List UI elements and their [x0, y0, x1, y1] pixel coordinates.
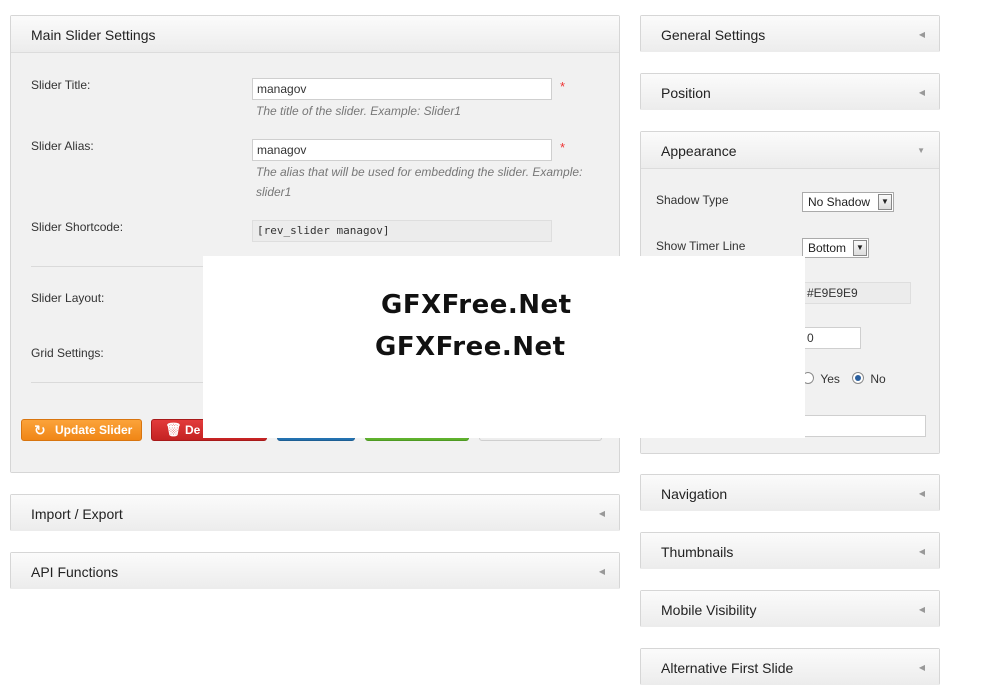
slider-alias-label: Slider Alias: [31, 139, 94, 153]
shadow-type-label: Shadow Type [656, 193, 729, 207]
alternative-first-slide-panel: Alternative First Slide ◀ [640, 648, 940, 685]
panel-title: Position [661, 85, 711, 101]
panel-title: General Settings [661, 27, 766, 43]
panel-title: API Functions [31, 564, 119, 580]
slider-shortcode-label: Slider Shortcode: [31, 220, 124, 234]
slider-title-label: Slider Title: [31, 78, 91, 92]
slider-alias-hint: The alias that will be used for embeddin… [256, 165, 583, 199]
update-slider-label: Update Slider [55, 423, 133, 437]
general-settings-panel: General Settings ◀ [640, 15, 940, 52]
collapse-arrow-icon: ◀ [918, 88, 925, 97]
show-timer-line-label: Show Timer Line [656, 239, 746, 253]
slider-alias-input[interactable]: managov [252, 139, 552, 161]
position-panel: Position ◀ [640, 73, 940, 110]
slider-shortcode-field[interactable]: [rev_slider managov] [252, 220, 552, 242]
collapse-arrow-icon: ◀ [598, 509, 605, 518]
panel-header[interactable]: Thumbnails ◀ [641, 533, 939, 569]
panel-title: Appearance [661, 143, 737, 159]
panel-header[interactable]: Main Slider Settings [11, 16, 619, 53]
panel-header[interactable]: Position ◀ [641, 74, 939, 110]
panel-header[interactable]: Alternative First Slide ◀ [641, 649, 939, 685]
radio-yes-label: Yes [820, 372, 840, 386]
delete-slider-label: De [185, 423, 201, 437]
grid-settings-label: Grid Settings: [31, 346, 104, 360]
watermark-text: GFXFree.Net [381, 290, 572, 320]
text-field[interactable] [802, 415, 926, 437]
thumbnails-panel: Thumbnails ◀ [640, 532, 940, 569]
navigation-panel: Navigation ◀ [640, 474, 940, 511]
panel-title: Import / Export [31, 506, 123, 522]
panel-title: Navigation [661, 486, 728, 502]
chevron-down-icon: ▼ [853, 240, 867, 256]
collapse-arrow-icon: ◀ [918, 489, 925, 498]
show-timer-line-value: Bottom [808, 241, 847, 255]
watermark-text: GFXFree.Net [375, 332, 566, 362]
slider-title-hint: The title of the slider. Example: Slider… [256, 104, 461, 118]
refresh-icon: ↻ [34, 422, 46, 438]
required-mark: * [560, 79, 566, 94]
collapse-arrow-icon: ◀ [918, 547, 925, 556]
collapse-arrow-icon: ◀ [918, 605, 925, 614]
collapse-arrow-icon: ◀ [918, 30, 925, 39]
import-export-panel: Import / Export ◀ [10, 494, 620, 531]
show-timer-line-select[interactable]: Bottom ▼ [802, 238, 869, 258]
radio-no-label: No [870, 372, 886, 386]
collapse-arrow-icon: ◀ [918, 663, 925, 672]
panel-header[interactable]: General Settings ◀ [641, 16, 939, 52]
panel-title: Thumbnails [661, 544, 734, 560]
shadow-type-value: No Shadow [808, 195, 871, 209]
panel-header[interactable]: API Functions ◀ [11, 553, 619, 589]
panel-title: Main Slider Settings [31, 27, 156, 43]
color-field[interactable]: #E9E9E9 [802, 282, 911, 304]
required-mark: * [560, 140, 566, 155]
radio-no-option[interactable]: No [852, 372, 886, 386]
mobile-visibility-panel: Mobile Visibility ◀ [640, 590, 940, 627]
expand-arrow-icon: ▼ [917, 146, 925, 155]
collapse-arrow-icon: ◀ [598, 567, 605, 576]
panel-title: Mobile Visibility [661, 602, 757, 618]
number-field[interactable]: 0 [802, 327, 861, 349]
radio-yes-option[interactable]: Yes [802, 372, 840, 386]
slider-title-input[interactable]: managov [252, 78, 552, 100]
slider-layout-label: Slider Layout: [31, 291, 105, 305]
watermark-overlay: GFXFree.Net GFXFree.Net [203, 256, 805, 438]
chevron-down-icon: ▼ [878, 194, 892, 210]
panel-header[interactable]: Appearance ▼ [641, 132, 939, 169]
panel-header[interactable]: Navigation ◀ [641, 475, 939, 511]
panel-header[interactable]: Mobile Visibility ◀ [641, 591, 939, 627]
radio-no-button[interactable] [852, 372, 864, 384]
api-functions-panel: API Functions ◀ [10, 552, 620, 589]
panel-title: Alternative First Slide [661, 660, 794, 676]
shadow-type-select[interactable]: No Shadow ▼ [802, 192, 894, 212]
trash-icon: 🗑 [165, 422, 182, 437]
panel-header[interactable]: Import / Export ◀ [11, 495, 619, 531]
update-slider-button[interactable]: ↻ Update Slider [21, 419, 142, 441]
